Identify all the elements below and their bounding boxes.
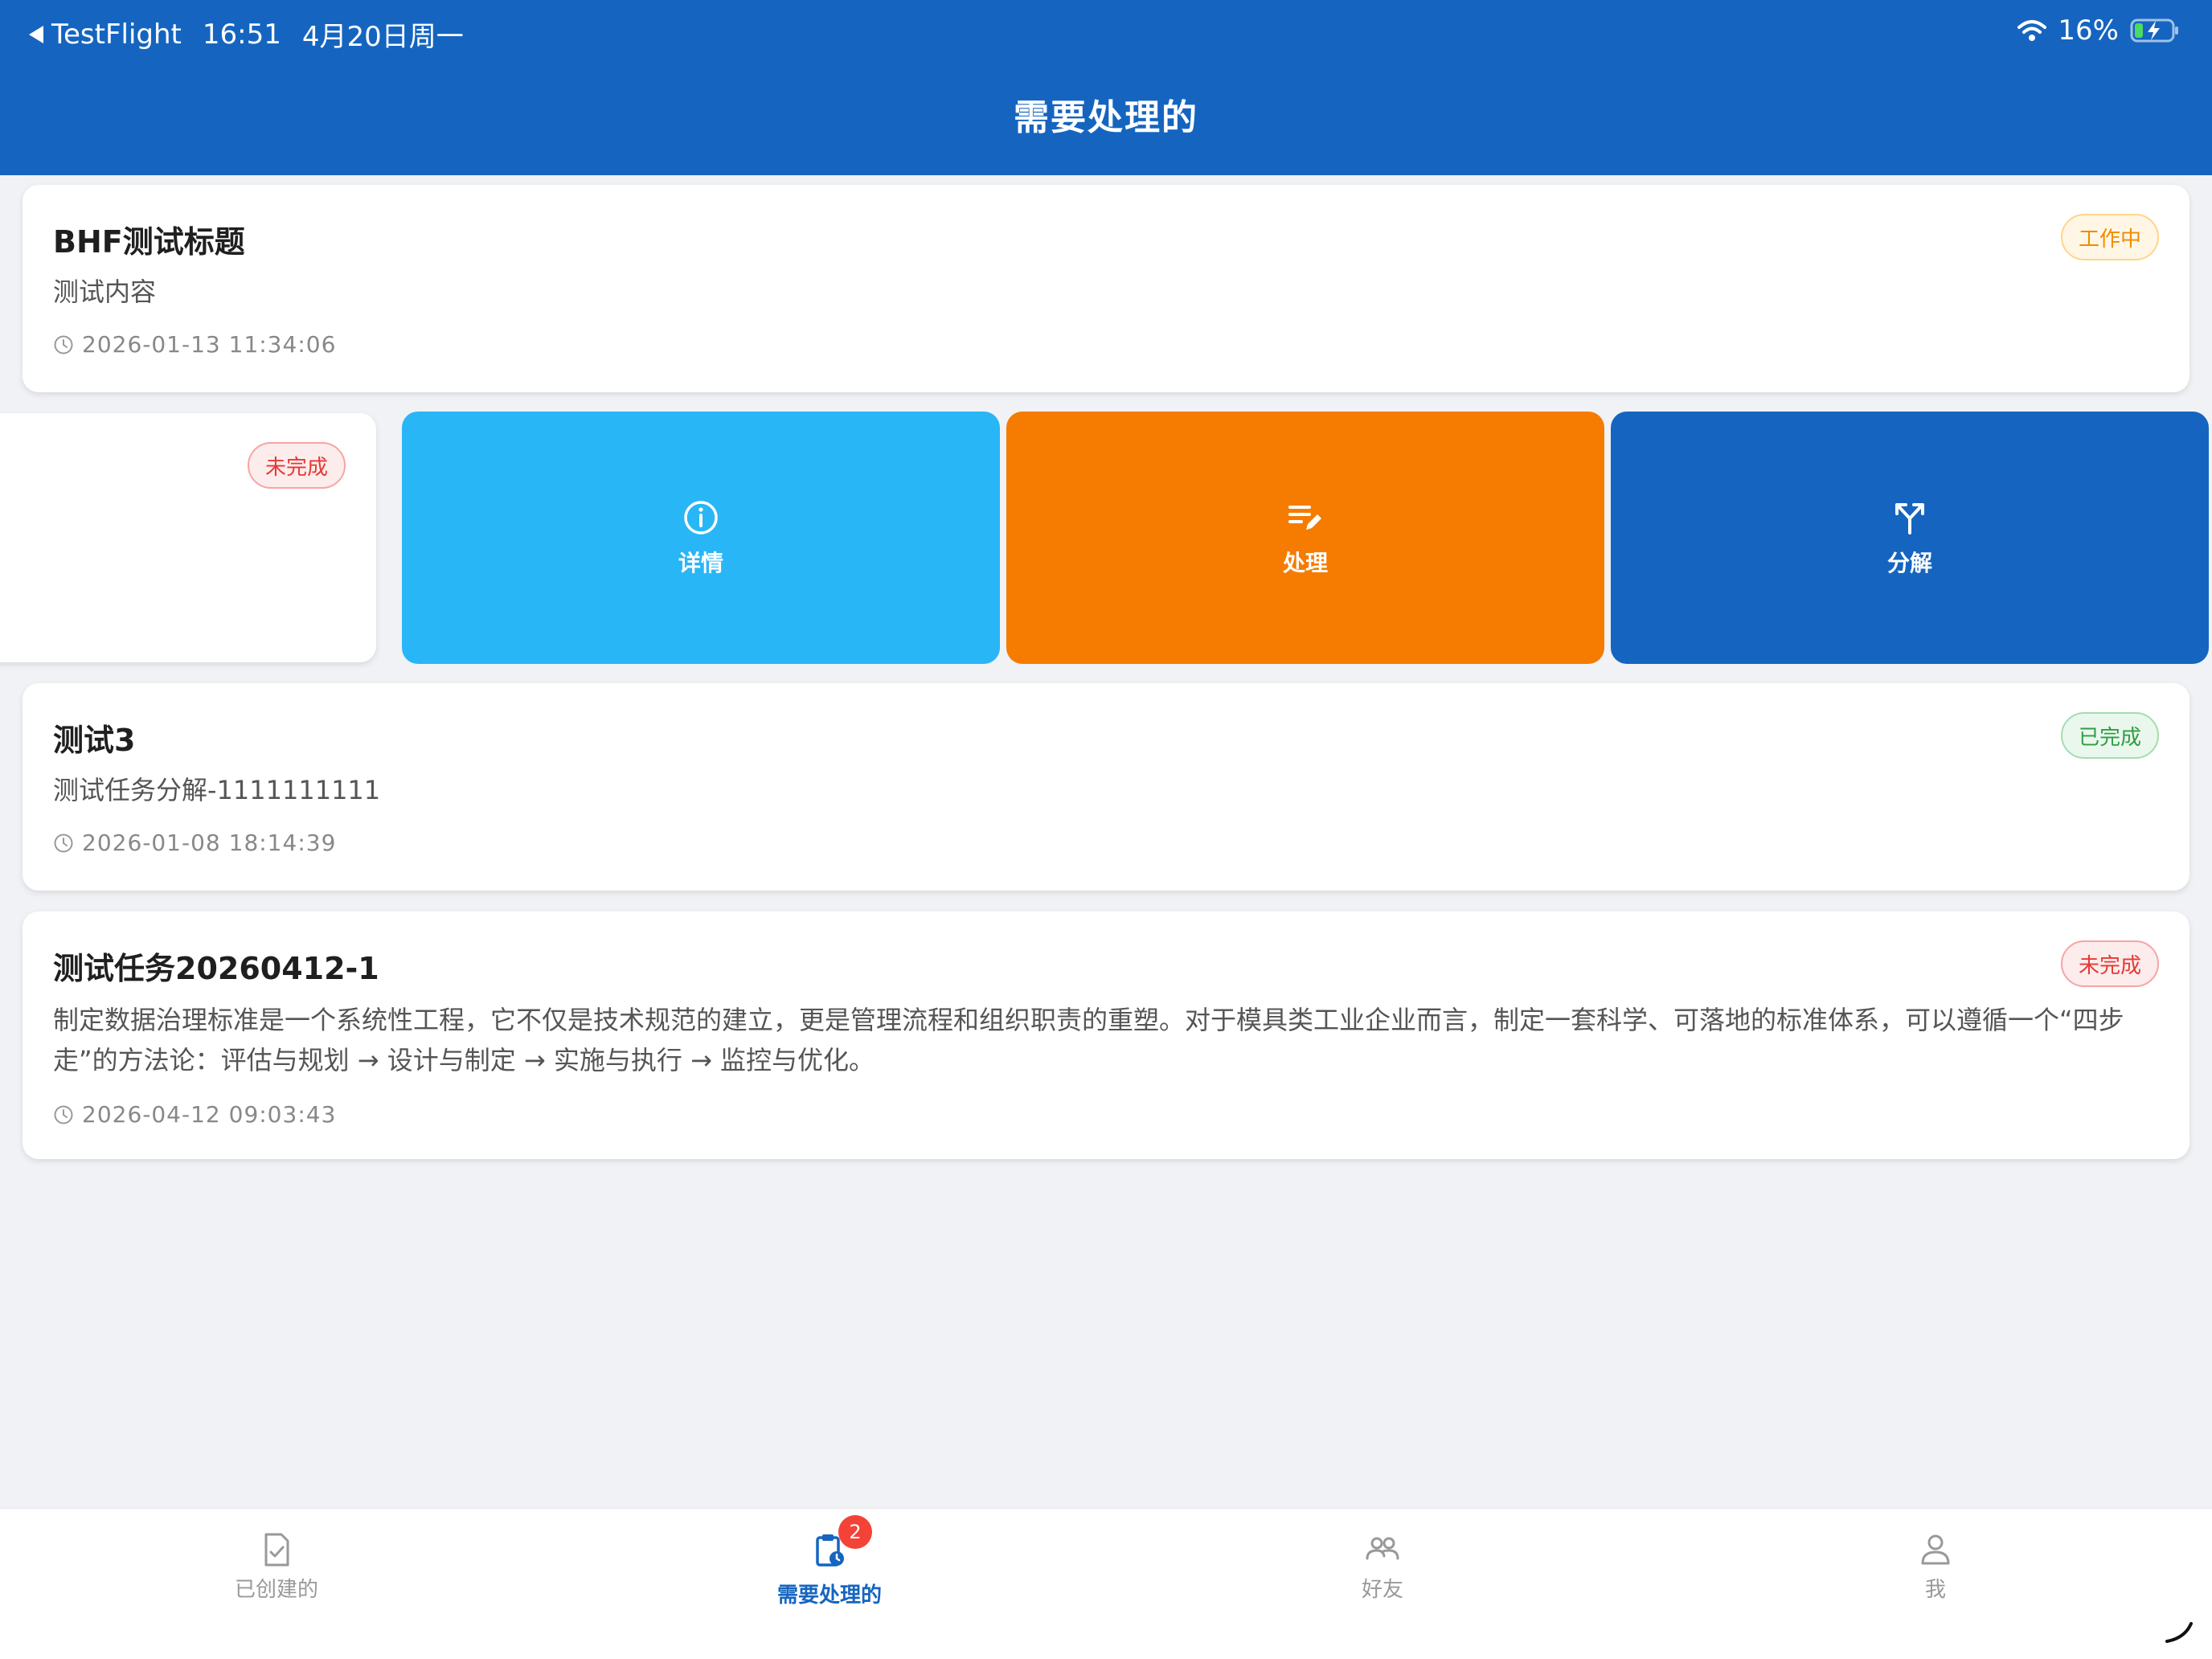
task-title: 测试任务20260412-1 (53, 951, 379, 986)
document-check-icon (264, 1533, 289, 1567)
tab-bar: 已创建的 2 需要处理的 好友 我 (0, 1508, 2212, 1659)
task-card-swiped[interactable]: 未完成 (0, 413, 376, 662)
detail-button[interactable]: 详情 (402, 412, 1000, 664)
tab-todo-icon-wrap: 2 (811, 1515, 872, 1579)
task-title: BHF测试标题 (53, 224, 245, 260)
header: TestFlight 16:51 4月20日周一 16% 需要处理的 (0, 0, 2212, 175)
clock-icon (54, 335, 73, 354)
handle-button-label: 处理 (1282, 550, 1328, 576)
clock-icon (54, 1105, 73, 1124)
person-icon (1921, 1534, 1950, 1565)
battery-charging-icon (2130, 18, 2178, 43)
task-card[interactable]: BHF测试标题 工作中 测试内容 2026-01-13 11:34:06 (23, 185, 2189, 392)
detail-button-label: 详情 (678, 550, 723, 576)
task-time: 2026-01-08 18:14:39 (53, 830, 336, 856)
page-title: 需要处理的 (1014, 97, 1198, 138)
tab-todo-label: 需要处理的 (776, 1583, 882, 1608)
tab-me[interactable]: 我 (1815, 1531, 2056, 1603)
status-badge: 未完成 (247, 442, 346, 489)
tab-created-label: 已创建的 (234, 1578, 318, 1602)
back-triangle-icon (29, 25, 43, 43)
task-title: 测试3 (53, 723, 136, 758)
tab-friends-label: 好友 (1361, 1578, 1403, 1602)
task-time-text: 2026-01-08 18:14:39 (82, 830, 337, 856)
status-badge: 未完成 (2060, 940, 2159, 987)
task-time: 2026-04-12 09:03:43 (53, 1101, 336, 1128)
task-content: 测试任务分解-1111111111 (53, 775, 381, 805)
people-icon (1366, 1537, 1399, 1560)
task-time-text: 2026-04-12 09:03:43 (82, 1101, 337, 1128)
tab-created[interactable]: 已创建的 (156, 1531, 397, 1603)
back-app-label: TestFlight (51, 18, 182, 51)
handle-button[interactable]: 处理 (1006, 412, 1604, 664)
status-badge: 已完成 (2060, 712, 2159, 759)
task-card[interactable]: 测试任务20260412-1 未完成 制定数据治理标准是一个系统性工程，它不仅是… (23, 911, 2189, 1159)
task-time-text: 2026-01-13 11:34:06 (82, 331, 337, 358)
task-time: 2026-01-13 11:34:06 (53, 331, 336, 358)
status-bar: TestFlight 16:51 4月20日周一 16% (0, 0, 2212, 64)
tab-friends[interactable]: 好友 (1262, 1531, 1503, 1603)
task-content: 制定数据治理标准是一个系统性工程，它不仅是技术规范的建立，更是管理流程和组织职责… (53, 1005, 2124, 1075)
tab-me-label: 我 (1924, 1578, 1946, 1602)
split-icon (1895, 503, 1924, 535)
status-time: 16:51 (202, 18, 281, 51)
task-card[interactable]: 测试3 已完成 测试任务分解-1111111111 2026-01-08 18:… (23, 683, 2189, 891)
split-button[interactable]: 分解 (1611, 412, 2209, 664)
wifi-icon (2017, 20, 2047, 41)
tab-todo[interactable]: 2 需要处理的 (709, 1515, 950, 1608)
status-badge: 工作中 (2060, 214, 2159, 260)
info-icon (684, 501, 718, 535)
status-bar-right: 16% (2017, 14, 2180, 47)
status-date: 4月20日周一 (301, 21, 464, 53)
corner-gesture-icon (2165, 1622, 2193, 1643)
battery-percent: 16% (2058, 14, 2119, 47)
status-bar-left: TestFlight 16:51 4月20日周一 (27, 14, 464, 54)
tab-todo-badge: 2 (838, 1515, 872, 1549)
task-content: 测试内容 (53, 276, 157, 307)
split-button-label: 分解 (1886, 550, 1932, 576)
back-to-app[interactable]: TestFlight (27, 18, 182, 51)
clock-icon (54, 834, 73, 852)
edit-list-icon (1288, 506, 1321, 530)
